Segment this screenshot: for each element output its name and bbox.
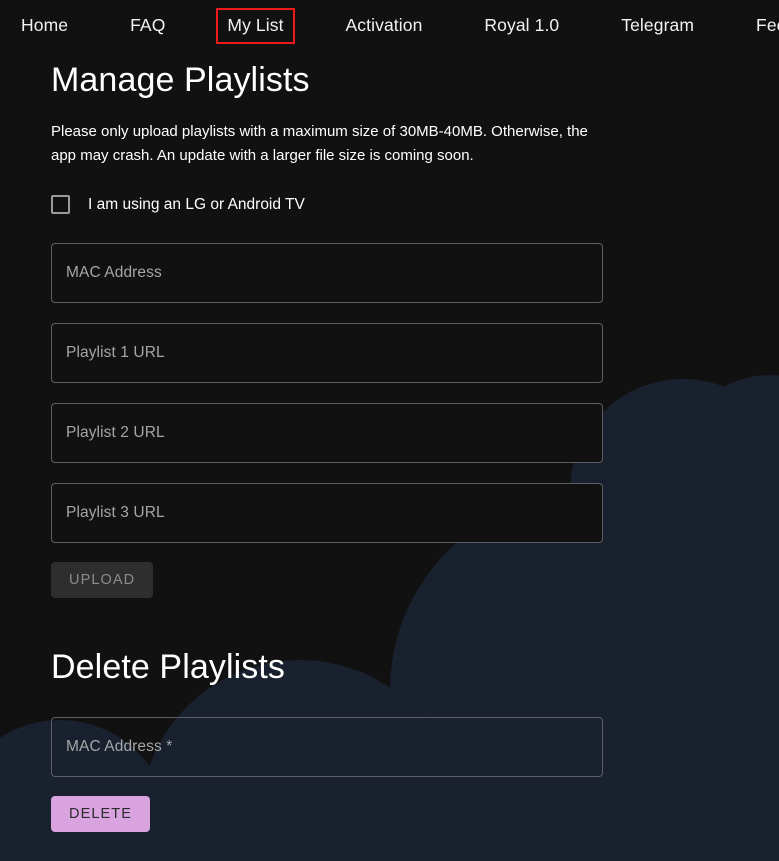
playlist-2-url-input-placeholder: Playlist 2 URL [66,424,165,442]
nav-item-faq[interactable]: FAQ [119,8,176,44]
nav-item-telegram[interactable]: Telegram [610,8,705,44]
upload-size-notice: Please only upload playlists with a maxi… [51,123,588,164]
mac-address-input-placeholder: MAC Address [66,264,162,282]
delete-playlists-title: Delete Playlists [51,648,286,687]
mac-address-input[interactable]: MAC Address [51,243,603,304]
lg-android-tv-checkbox-row[interactable]: I am using an LG or Android TV [51,195,305,215]
playlist-2-url-input[interactable]: Playlist 2 URL [51,403,603,464]
playlist-1-url-input-placeholder: Playlist 1 URL [66,344,165,362]
lg-android-tv-checkbox[interactable] [51,195,70,215]
lg-android-tv-checkbox-label: I am using an LG or Android TV [88,195,305,213]
playlist-3-url-input-placeholder: Playlist 3 URL [66,504,165,522]
nav-item-my-list[interactable]: My List [216,8,295,44]
playlist-3-url-input[interactable]: Playlist 3 URL [51,483,603,544]
main-content: Manage Playlists Please only upload play… [0,61,779,833]
nav-item-home[interactable]: Home [10,8,79,44]
upload-button[interactable]: UPLOAD [51,562,154,599]
delete-mac-address-input-placeholder: MAC Address * [66,738,173,756]
nav-item-activation[interactable]: Activation [335,8,434,44]
nav-item-royal-1-0[interactable]: Royal 1.0 [473,8,570,44]
nav-item-feedback[interactable]: Feedback [745,8,779,44]
top-navigation: Home FAQ My List Activation Royal 1.0 Te… [0,0,779,52]
delete-mac-address-input[interactable]: MAC Address * [51,717,603,778]
page-root: Home FAQ My List Activation Royal 1.0 Te… [0,0,779,861]
delete-button[interactable]: DELETE [51,796,151,833]
manage-playlists-title: Manage Playlists [51,61,310,99]
playlist-1-url-input[interactable]: Playlist 1 URL [51,323,603,384]
